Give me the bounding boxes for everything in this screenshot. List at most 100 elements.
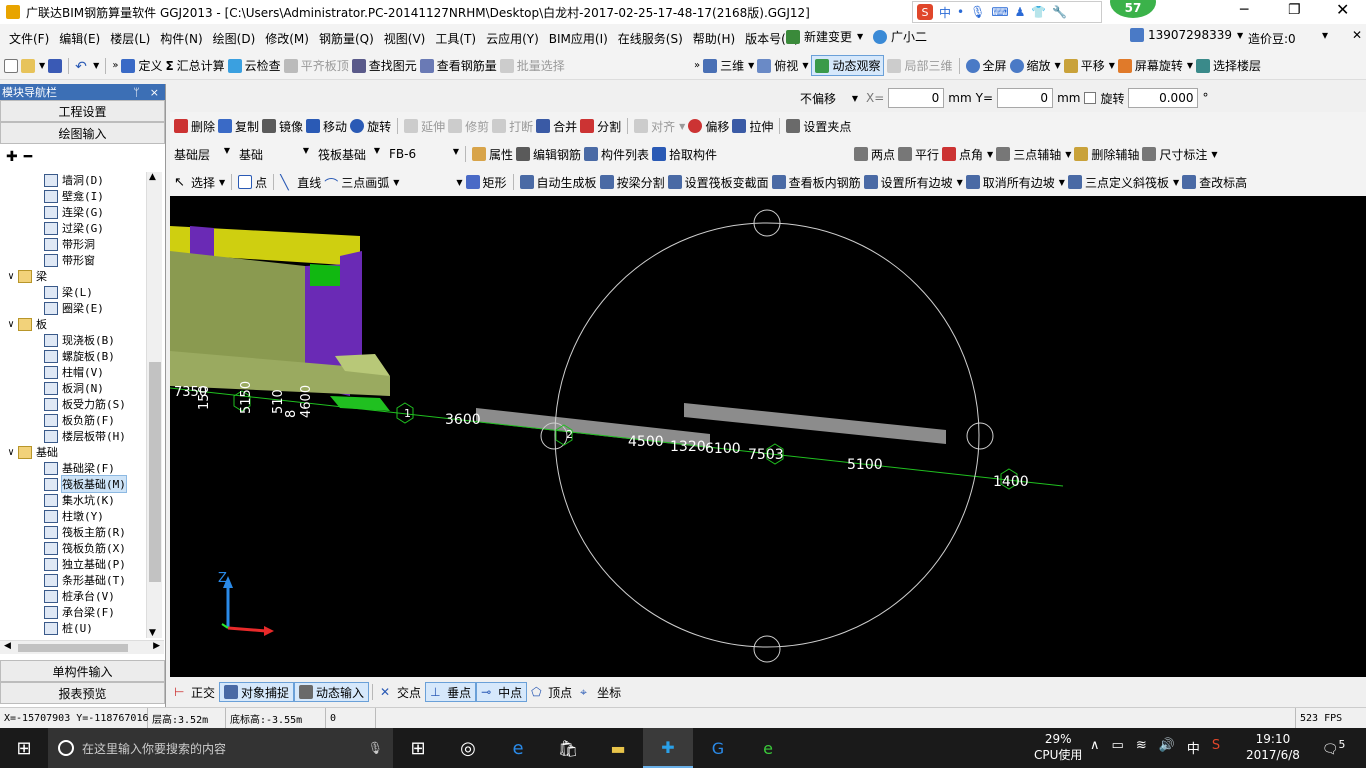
tree-item[interactable]: 带形洞 [0,236,148,252]
tree-item[interactable]: 梁(L) [0,284,148,300]
shirt-icon[interactable]: 👕 [1031,5,1046,19]
tree-item[interactable]: 筏板主筋(R) [0,524,148,540]
tree-item[interactable]: 过梁(G) [0,220,148,236]
orbit-handle-bottom[interactable] [753,635,781,663]
tree-item[interactable]: 柱帽(V) [0,364,148,380]
dynamic-input-toggle[interactable]: 动态输入 [294,682,370,702]
split-button[interactable]: 分割 [597,118,621,135]
scroll-left-icon[interactable]: ◀ [4,641,11,651]
store-icon[interactable]: 🛍 [543,739,593,758]
batch-select-button[interactable]: 批量选择 [517,57,565,74]
browser-360-icon[interactable]: ◎ [443,738,493,759]
delete-button[interactable]: 删除 [191,118,215,135]
copy-button[interactable]: 复制 [235,118,259,135]
summary-calc-button[interactable]: 汇总计算 [177,57,225,74]
tree-item[interactable]: 桩承台(V) [0,588,148,604]
set-all-slopes-button[interactable]: 设置所有边坡 [881,174,953,191]
clock[interactable]: 19:10 2017/6/8 [1246,731,1300,763]
tree-item[interactable]: 板洞(N) [0,380,148,396]
open-folder-icon[interactable] [21,58,35,73]
expand-chevron-icon[interactable]: ∨ [8,319,14,330]
account-button[interactable]: 13907298339 ▼ [1130,28,1243,42]
tree-item[interactable]: 承台梁(F) [0,604,148,620]
nav-close-icon[interactable]: × [150,86,159,99]
object-snap-toggle[interactable]: 对象捕捉 [219,682,295,702]
offset-mode-select[interactable]: 不偏移 ▼ [796,88,862,108]
single-element-input-button[interactable]: 单构件输入 [0,660,165,682]
select-floor-button[interactable]: 选择楼层 [1213,57,1261,74]
perpendicular-toggle[interactable]: ⊥ 垂点 [425,682,477,702]
tree-item[interactable]: 独立基础(P) [0,556,148,572]
set-raft-section-button[interactable]: 设置筏板变截面 [685,174,769,191]
element-list-button[interactable]: 构件列表 [601,146,649,163]
two-points-button[interactable]: 两点 [871,146,895,163]
break-button[interactable]: 打断 [509,118,533,135]
tree-item[interactable]: 板负筋(F) [0,412,148,428]
ime-indicator[interactable]: 中 [1187,738,1200,757]
properties-button[interactable]: 属性 [489,146,513,163]
parallel-button[interactable]: 平行 [915,146,939,163]
merge-button[interactable]: 合并 [553,118,577,135]
full-screen-button[interactable]: 全屏 [983,57,1007,74]
pin-icon[interactable]: ᛘ [133,86,140,99]
dimension-button[interactable]: 尺寸标注 [1159,146,1207,163]
stretch-button[interactable]: 拉伸 [749,118,773,135]
wrench-icon[interactable]: 🔧 [1052,5,1067,19]
find-element-button[interactable]: 查找图元 [369,57,417,74]
sogou-tray-icon[interactable]: S [1212,738,1220,757]
menu-item[interactable]: 绘图(D) [208,30,261,47]
glodon-g-icon[interactable]: G [693,739,743,758]
menu-item[interactable]: 修改(M) [260,30,314,47]
category-select[interactable]: 基础 ▼ [239,146,309,163]
tree-item[interactable]: 楼层板带(H) [0,428,148,444]
extend-button[interactable]: 延伸 [421,118,445,135]
cpu-usage[interactable]: 29% CPU使用 [1034,731,1082,763]
align-button[interactable]: 对齐 [651,118,675,135]
tree-category[interactable]: ∨ 基础 [0,444,148,460]
mirror-button[interactable]: 镜像 [279,118,303,135]
tree-item[interactable]: 柱墩(Y) [0,508,148,524]
tree-category[interactable]: ∨ 梁 [0,268,148,284]
rotate-checkbox[interactable] [1084,92,1097,104]
view-inner-rebar-button[interactable]: 查看板内钢筋 [789,174,861,191]
panel-close-icon[interactable]: ✕ [1352,28,1362,42]
tree-scrollbar[interactable]: ▲ ▼ [146,172,162,638]
wifi-icon[interactable]: ≋ [1136,738,1147,757]
help-icon[interactable]: ▾ [1322,28,1328,42]
ime-dot-icon[interactable]: • [957,5,964,19]
point-angle-button[interactable]: 点角 [959,146,983,163]
menu-item[interactable]: 楼层(L) [105,30,155,47]
search-box[interactable]: 在这里输入你要搜索的内容 🎙 [48,728,393,768]
battery-icon[interactable]: ▭ [1112,738,1124,757]
rotate-button[interactable]: 旋转 [367,118,391,135]
ortho-toggle[interactable]: ⊢ 正交 [170,682,219,702]
save-icon[interactable] [48,58,63,73]
edge-icon[interactable]: e [493,738,543,759]
menu-item[interactable]: 文件(F) [4,30,54,47]
rotate-input[interactable]: 0.000 [1128,88,1199,108]
360-safe-icon[interactable]: e [743,739,793,758]
new-file-icon[interactable] [4,58,18,73]
tree-item[interactable]: 筏板负筋(X) [0,540,148,556]
microphone-icon[interactable]: 🎙 [970,5,985,19]
floor-select[interactable]: 基础层 ▼ [174,146,230,163]
ime-toolbar[interactable]: S 中 • 🎙 ⌨ ♟ 👕 🔧 [912,1,1102,23]
tree-item[interactable]: 条形基础(T) [0,572,148,588]
zoom-button[interactable]: 缩放 [1027,57,1051,74]
intersection-toggle[interactable]: ✕ 交点 [376,682,425,702]
pan-button[interactable]: 平移 [1081,57,1105,74]
rect-button[interactable]: 矩形 [483,174,507,191]
expand-chevron-icon[interactable]: ∨ [8,271,14,282]
three-point-slope-raft-button[interactable]: 三点定义斜筏板 [1085,174,1169,191]
keyboard-icon[interactable]: ⌨ [991,5,1008,19]
menu-item[interactable]: 视图(V) [379,30,431,47]
pick-element-button[interactable]: 拾取构件 [669,146,717,163]
point-button[interactable]: 点 [255,174,267,191]
maximize-button[interactable]: ❐ [1288,2,1301,18]
cancel-all-slopes-button[interactable]: 取消所有边坡 [983,174,1055,191]
rotate-screen-button[interactable]: 屏幕旋转 [1135,57,1183,74]
task-view-icon[interactable]: ⊞ [393,738,443,759]
tree-category[interactable]: ∨ 板 [0,316,148,332]
tree-item[interactable]: 现浇板(B) [0,332,148,348]
minimize-button[interactable]: ─ [1240,2,1248,18]
